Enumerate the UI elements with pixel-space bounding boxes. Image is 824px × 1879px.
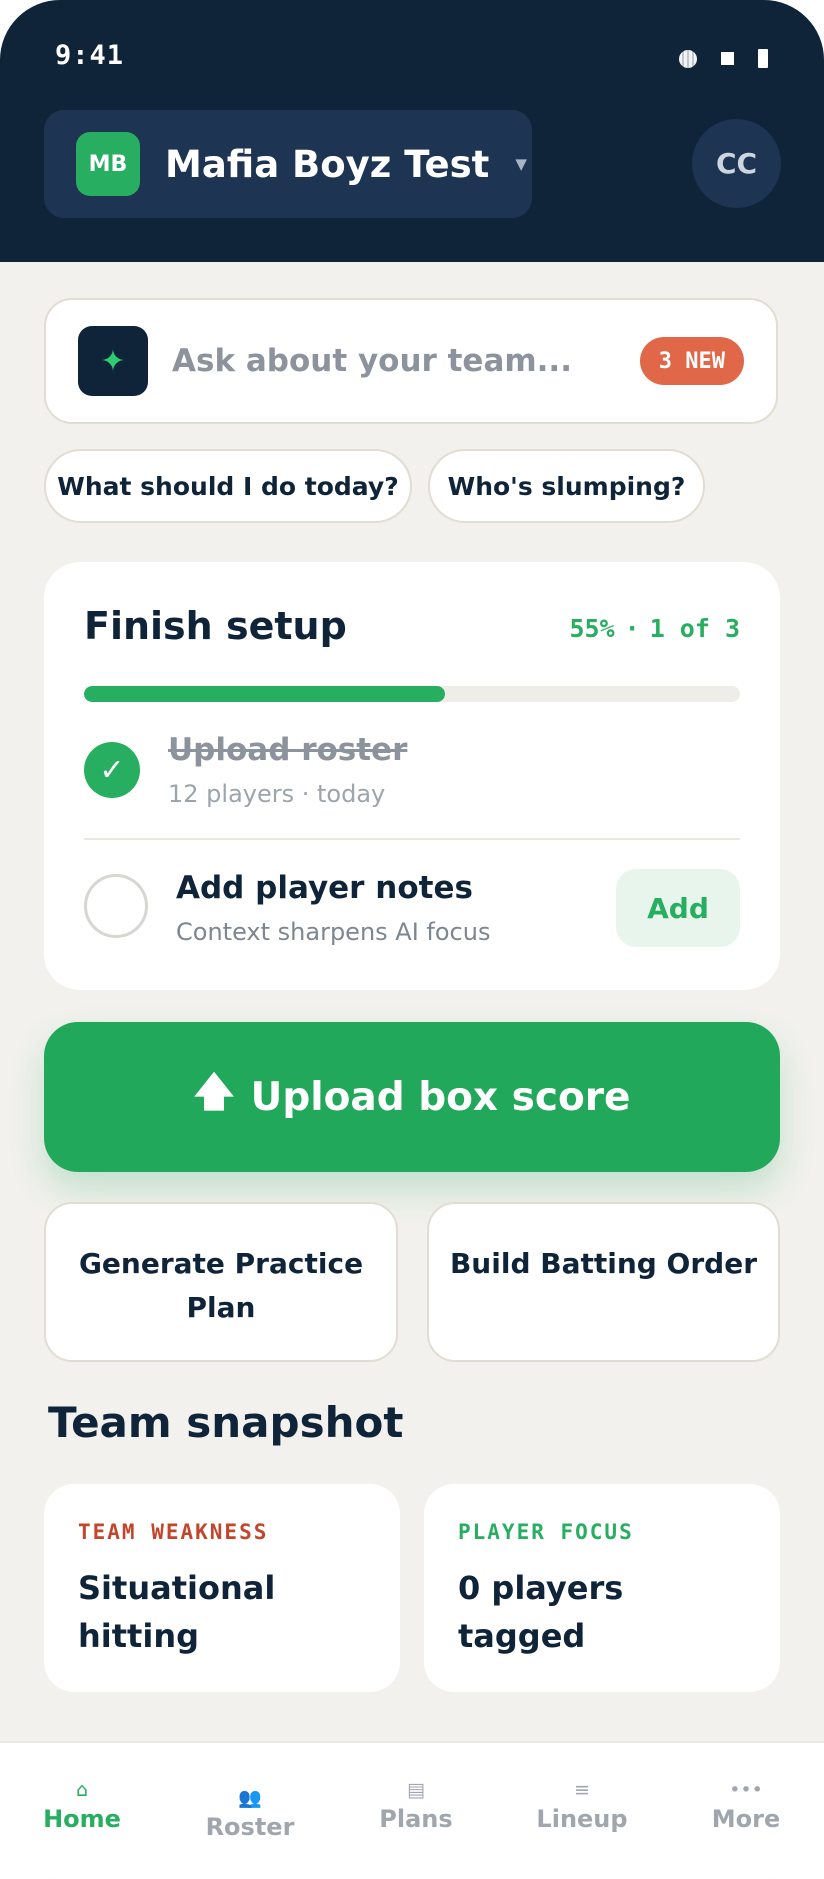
setup-title: Finish setup [84, 604, 347, 648]
setup-separator: · [624, 614, 640, 643]
team-weakness-card[interactable]: TEAM WEAKNESS Situational hitting [44, 1484, 400, 1692]
nav-lineup-label: Lineup [536, 1805, 628, 1833]
upload-box-score-button[interactable]: 🡅 Upload box score [44, 1022, 780, 1172]
suggestion-chip-slumping[interactable]: Who's slumping? [428, 449, 705, 523]
nav-more-label: More [711, 1805, 781, 1833]
signal-icon [679, 49, 697, 68]
finish-setup-card: Finish setup 55% · 1 of 3 ✓ Upload roste… [44, 562, 780, 990]
upload-label: Upload box score [250, 1074, 631, 1120]
upload-arrow-icon: 🡅 [193, 1069, 235, 1115]
team-name: Mafia Boyz Test [165, 142, 490, 186]
new-insights-badge[interactable]: 3 NEW [639, 337, 744, 385]
bottom-nav: ⌂ Home 👥 Roster ▤ Plans ≡ Lineup ••• Mor… [0, 1741, 824, 1879]
nav-home-label: Home [43, 1805, 121, 1833]
wifi-icon [721, 52, 734, 65]
nav-roster[interactable]: 👥 Roster [168, 1743, 332, 1873]
sparkle-icon: ✦ [78, 326, 148, 396]
ask-input-placeholder: Ask about your team... [172, 343, 572, 379]
app-screen: 9:41 MB Mafia Boyz Test ▼ CC ✦ Ask about… [0, 0, 824, 1879]
team-weakness-label: TEAM WEAKNESS [78, 1520, 269, 1544]
status-icons [679, 49, 768, 68]
team-badge: MB [76, 132, 140, 196]
player-focus-value: 0 players tagged [458, 1569, 624, 1655]
plans-icon: ▤ [407, 1779, 425, 1801]
user-avatar[interactable]: CC [692, 119, 781, 208]
setup-progress-text: 55% · 1 of 3 [569, 614, 740, 643]
player-focus-label: PLAYER FOCUS [458, 1520, 634, 1544]
nav-more[interactable]: ••• More [664, 1743, 824, 1873]
ask-ai-bar[interactable]: ✦ Ask about your team... 3 NEW [44, 298, 778, 424]
nav-home[interactable]: ⌂ Home [0, 1743, 164, 1873]
setup-progress-bar [84, 686, 740, 702]
battery-icon [758, 49, 768, 68]
nav-plans[interactable]: ▤ Plans [334, 1743, 498, 1873]
generate-practice-plan-button[interactable]: Generate Practice Plan [44, 1202, 398, 1362]
nav-plans-label: Plans [379, 1805, 453, 1833]
add-player-notes-button[interactable]: Add [616, 869, 740, 947]
setup-progress-fill [84, 686, 445, 702]
team-switcher[interactable]: MB Mafia Boyz Test ▼ [44, 110, 532, 218]
task-divider [84, 838, 740, 840]
roster-icon: 👥 [238, 1787, 262, 1809]
task-checkbox[interactable] [84, 874, 148, 938]
nav-roster-label: Roster [205, 1813, 295, 1841]
setup-percent: 55% [569, 614, 615, 643]
status-time: 9:41 [55, 40, 125, 71]
suggestion-chip-today[interactable]: What should I do today? [44, 449, 412, 523]
home-icon: ⌂ [75, 1779, 89, 1801]
check-icon: ✓ [84, 742, 140, 798]
player-focus-card[interactable]: PLAYER FOCUS 0 players tagged [424, 1484, 780, 1692]
task-upload-roster-title: Upload roster [168, 732, 408, 768]
task-upload-roster-subtitle: 12 players · today [168, 780, 386, 808]
team-weakness-value: Situational hitting [78, 1569, 276, 1655]
app-header: 9:41 MB Mafia Boyz Test ▼ CC [0, 0, 824, 262]
more-icon: ••• [729, 1779, 763, 1801]
nav-lineup[interactable]: ≡ Lineup [500, 1743, 664, 1873]
task-player-notes-subtitle: Context sharpens AI focus [176, 918, 491, 946]
task-player-notes-title: Add player notes [176, 870, 473, 906]
lineup-icon: ≡ [574, 1779, 590, 1801]
setup-steps: 1 of 3 [649, 614, 740, 643]
build-batting-order-button[interactable]: Build Batting Order [427, 1202, 780, 1362]
team-snapshot-heading: Team snapshot [48, 1398, 404, 1447]
chevron-down-icon: ▼ [515, 155, 527, 173]
